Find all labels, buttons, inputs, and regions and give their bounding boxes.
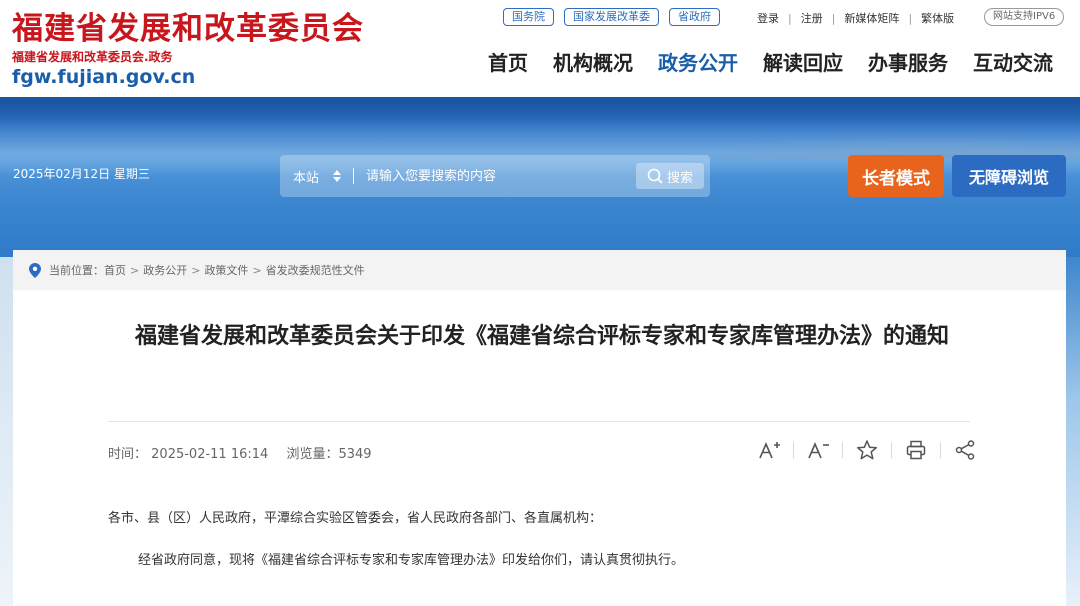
nav-home[interactable]: 首页: [488, 50, 528, 76]
article-paragraph: 经省政府同意，现将《福建省综合评标专家和专家库管理办法》印发给你们，请认真贯彻执…: [138, 553, 685, 568]
search-divider: [353, 168, 355, 184]
share-icon[interactable]: [953, 438, 977, 462]
breadcrumb-separator: >: [252, 263, 262, 277]
sort-arrows-icon: [333, 170, 342, 182]
nav-government-affairs[interactable]: 政务公开: [658, 50, 738, 76]
tool-separator: [842, 442, 843, 458]
time-label: 时间：: [108, 447, 148, 462]
tool-separator: [891, 442, 892, 458]
banner: 2025年02月12日 星期三 本站 搜索 长者模式 无障碍浏览: [0, 97, 1080, 257]
nav-interpretation[interactable]: 解读回应: [763, 50, 843, 76]
site-title: 福建省发展和改革委员会: [12, 11, 364, 47]
accessible-browse-button[interactable]: 无障碍浏览: [952, 155, 1066, 197]
util-separator: |: [788, 11, 792, 25]
breadcrumb-separator: >: [130, 263, 140, 277]
print-icon[interactable]: [904, 438, 928, 462]
top-link-state-council[interactable]: 国务院: [503, 8, 554, 26]
nav-services[interactable]: 办事服务: [868, 50, 948, 76]
search-icon: [647, 168, 663, 184]
article-meta: 时间： 2025-02-11 16:14 浏览量：5349: [108, 443, 372, 462]
ipv6-badge: 网站支持IPV6: [984, 8, 1065, 26]
breadcrumb-label: 当前位置：: [49, 264, 104, 277]
site-logo[interactable]: 福建省发展和改革委员会 福建省发展和改革委员会.政务 fgw.fujian.go…: [12, 10, 364, 88]
breadcrumb-separator: >: [191, 263, 201, 277]
article-tools: [757, 438, 977, 462]
breadcrumb-home[interactable]: 首页: [104, 262, 126, 278]
new-media-link[interactable]: 新媒体矩阵: [844, 10, 899, 26]
search-button-label: 搜索: [666, 170, 693, 186]
top-link-provincial-gov[interactable]: 省政府: [669, 8, 720, 26]
article-paragraph: 各市、县（区）人民政府，平潭综合实验区管委会，省人民政府各部门、各直属机构：: [108, 511, 603, 526]
nav-organization[interactable]: 机构概况: [553, 50, 633, 76]
utility-links: 登录 | 注册 | 新媒体矩阵 | 繁体版: [757, 10, 954, 26]
main-nav: 首页 机构概况 政务公开 解读回应 办事服务 互动交流: [488, 50, 1053, 76]
banner-top-line: [0, 97, 1080, 102]
search-button[interactable]: 搜索: [636, 163, 704, 189]
search-input[interactable]: [366, 168, 627, 184]
nav-interaction[interactable]: 互动交流: [973, 50, 1053, 76]
traditional-chinese-link[interactable]: 繁体版: [921, 10, 954, 26]
font-increase-icon[interactable]: [757, 438, 781, 462]
breadcrumb-policy-documents[interactable]: 政策文件: [204, 262, 248, 278]
publish-time: 2025-02-11 16:14: [151, 447, 269, 462]
search-bar: 本站 搜索: [280, 155, 710, 197]
article-title: 福建省发展和改革委员会关于印发《福建省综合评标专家和专家库管理办法》的通知: [134, 324, 949, 349]
article: 福建省发展和改革委员会关于印发《福建省综合评标专家和专家库管理办法》的通知 时间…: [13, 290, 1066, 606]
register-link[interactable]: 注册: [801, 10, 823, 26]
side-decoration-left: [0, 257, 13, 606]
title-divider: [108, 421, 970, 422]
current-date: 2025年02月12日 星期三: [13, 167, 150, 181]
star-icon[interactable]: [855, 438, 879, 462]
search-scope-select[interactable]: 本站: [293, 167, 342, 186]
views-label: 浏览量：: [286, 447, 339, 462]
breadcrumb-normative-documents[interactable]: 省发改委规范性文件: [266, 262, 365, 278]
side-decoration-right: [1066, 257, 1080, 606]
top-links: 国务院 国家发展改革委 省政府: [503, 8, 720, 26]
util-separator: |: [908, 11, 913, 25]
util-separator: |: [831, 11, 836, 25]
login-link[interactable]: 登录: [757, 10, 779, 26]
site-subtitle: 福建省发展和改革委员会.政务: [12, 50, 173, 64]
breadcrumb-government-affairs[interactable]: 政务公开: [143, 262, 187, 278]
site-domain: fgw.fujian.gov.cn: [12, 66, 196, 88]
breadcrumb: 当前位置： 首页 > 政务公开 > 政策文件 > 省发改委规范性文件: [13, 250, 1066, 290]
tool-separator: [793, 442, 794, 458]
font-decrease-icon[interactable]: [806, 438, 830, 462]
top-link-ndrc[interactable]: 国家发展改革委: [564, 8, 659, 26]
views-count: 5349: [338, 447, 372, 462]
tool-separator: [940, 442, 941, 458]
search-scope-label: 本站: [293, 170, 320, 186]
location-pin-icon: [29, 262, 41, 278]
elder-mode-button[interactable]: 长者模式: [848, 155, 944, 197]
site-header: 福建省发展和改革委员会 福建省发展和改革委员会.政务 fgw.fujian.go…: [0, 0, 1080, 100]
